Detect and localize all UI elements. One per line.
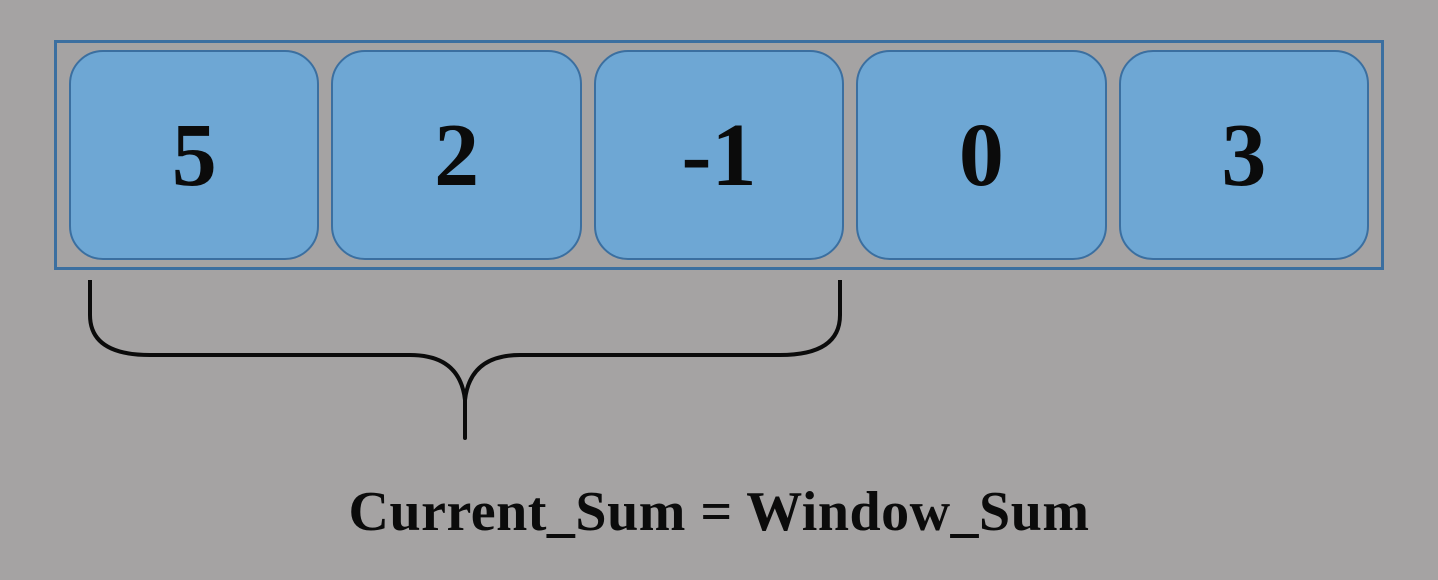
array-cell-1: 2	[331, 50, 581, 260]
window-brace-icon	[80, 280, 850, 440]
array-container: 5 2 -1 0 3	[54, 40, 1384, 270]
caption-text: Current_Sum = Window_Sum	[0, 480, 1438, 544]
array-cell-0: 5	[69, 50, 319, 260]
array-cell-2: -1	[594, 50, 844, 260]
array-cell-3: 0	[856, 50, 1106, 260]
array-cell-4: 3	[1119, 50, 1369, 260]
